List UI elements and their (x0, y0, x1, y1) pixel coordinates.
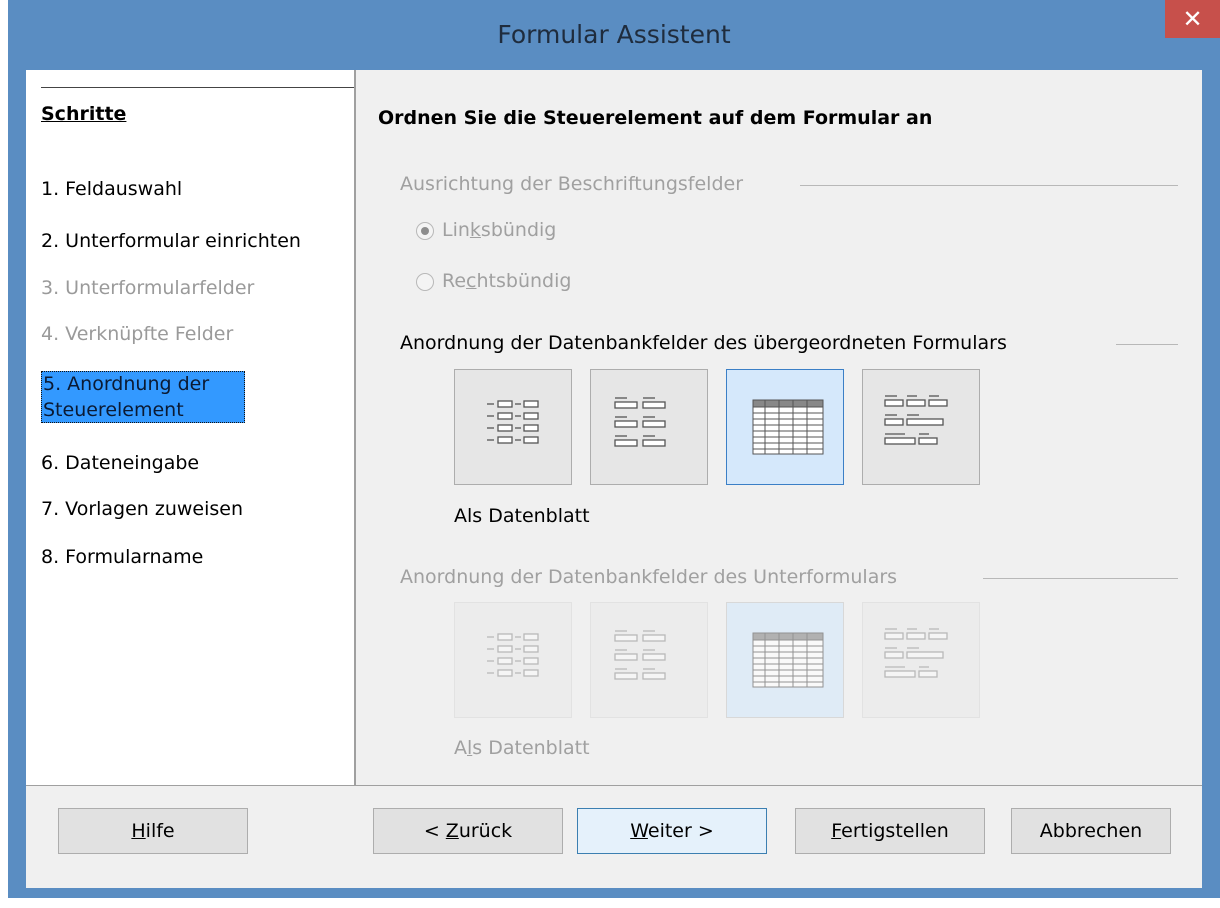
radio-left-aligned[interactable]: Linksbündig (416, 219, 556, 241)
sub-form-layout-group-line (983, 578, 1178, 579)
radio-right-aligned-dot[interactable] (416, 273, 434, 291)
blocks-top-labels-icon (884, 628, 948, 678)
step-verknuepfte-felder: 4. Verknüpfte Felder (41, 323, 234, 345)
step-dateneingabe[interactable]: 6. Dateneingabe (41, 450, 199, 476)
radio-left-aligned-dot[interactable] (416, 222, 434, 240)
step-unterformular-einrichten[interactable]: 2. Unterformular einrichten (41, 228, 301, 254)
columnar-top-labels-icon (614, 630, 666, 680)
sub-layout-blocks-button (862, 602, 980, 718)
main-form-layout-group-label: Anordnung der Datenbankfelder des überge… (400, 332, 1007, 354)
steps-divider (41, 87, 354, 88)
main-layout-columnar-left-button[interactable] (454, 369, 572, 485)
title-bar: Formular Assistent ✕ (8, 0, 1220, 70)
step-formularname[interactable]: 8. Formularname (41, 544, 203, 570)
main-layout-blocks-button[interactable] (862, 369, 980, 485)
wizard-window: Formular Assistent ✕ Schritte 1. Feldaus… (8, 0, 1220, 898)
step-feldauswahl[interactable]: 1. Feldauswahl (41, 176, 182, 202)
main-layout-datasheet-button[interactable] (726, 369, 844, 485)
cancel-button[interactable]: Abbrechen (1011, 808, 1171, 854)
button-bar-divider (26, 785, 1202, 786)
finish-button[interactable]: Fertigstellen (795, 808, 985, 854)
page-title: Ordnen Sie die Steuerelement auf dem For… (378, 107, 933, 129)
sub-layout-columnar-top-button (590, 602, 708, 718)
datasheet-icon (752, 632, 824, 688)
columnar-left-labels-icon (487, 633, 539, 677)
step-unterformularfelder: 3. Unterformularfelder (41, 277, 255, 299)
close-button[interactable]: ✕ (1165, 0, 1220, 38)
sub-layout-selected-label: Als Datenblatt (454, 737, 590, 759)
main-layout-selected-label: Als Datenblatt (454, 505, 590, 527)
blocks-top-labels-icon (884, 395, 948, 445)
next-button[interactable]: Weiter > (577, 808, 767, 854)
step-active-line2: Steuerelement (43, 399, 184, 421)
window-title: Formular Assistent (497, 20, 731, 49)
back-button[interactable]: < Zurück (373, 808, 563, 854)
step-vorlagen-zuweisen[interactable]: 7. Vorlagen zuweisen (41, 496, 243, 522)
steps-header: Schritte (41, 103, 127, 125)
label-alignment-group-line (800, 185, 1178, 186)
main-form-layout-group-line (1116, 344, 1178, 345)
label-alignment-group-label: Ausrichtung der Beschriftungsfelder (400, 173, 744, 195)
step-anordnung-steuerelement[interactable]: 5. Anordnung der Steuerelement (41, 371, 245, 423)
sub-layout-columnar-left-button (454, 602, 572, 718)
datasheet-icon (752, 399, 824, 455)
close-icon[interactable]: ✕ (1182, 5, 1202, 33)
steps-panel: Schritte 1. Feldauswahl 2. Unterformular… (26, 70, 356, 785)
help-button[interactable]: Hilfe (58, 808, 248, 854)
step-active-line1: 5. Anordnung der (43, 373, 210, 395)
sub-layout-datasheet-button (726, 602, 844, 718)
columnar-top-labels-icon (614, 397, 666, 447)
sub-form-layout-group-label: Anordnung der Datenbankfelder des Unterf… (400, 566, 898, 588)
columnar-left-labels-icon (487, 400, 539, 444)
dialog-client: Schritte 1. Feldauswahl 2. Unterformular… (26, 70, 1202, 888)
radio-right-aligned[interactable]: Rechtsbündig (416, 270, 571, 292)
content-panel: Ordnen Sie die Steuerelement auf dem For… (356, 70, 1202, 785)
main-layout-columnar-top-button[interactable] (590, 369, 708, 485)
